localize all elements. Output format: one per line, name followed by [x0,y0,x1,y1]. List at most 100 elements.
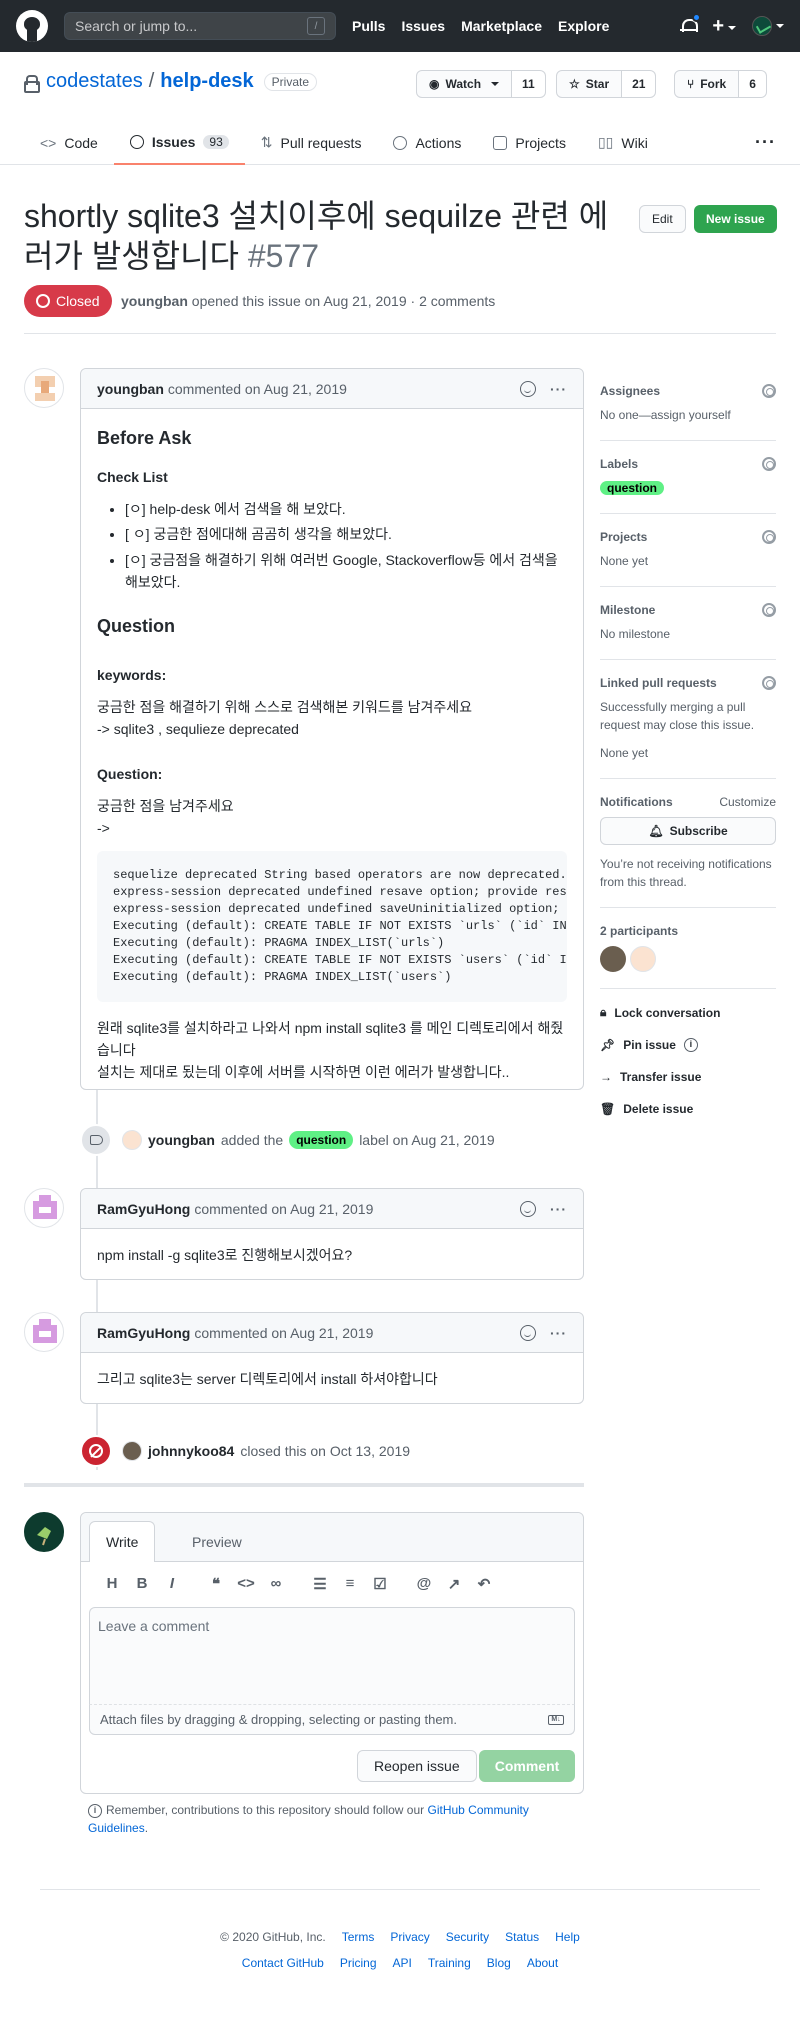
avatar[interactable] [24,368,64,408]
new-issue-button[interactable]: New issue [694,205,777,233]
gear-icon[interactable] [762,676,776,690]
footer-link-api[interactable]: API [393,1956,412,1970]
tab-actions[interactable]: Actions [377,120,477,165]
reaction-smiley-icon[interactable] [520,1200,536,1217]
kebab-menu-icon[interactable]: ··· [550,1325,567,1341]
comment-timestamp[interactable]: commented on Aug 21, 2019 [168,381,347,397]
footer-link-privacy[interactable]: Privacy [390,1930,429,1944]
cross-reference-icon[interactable]: ↗ [439,1575,469,1593]
reaction-smiley-icon[interactable] [520,380,536,397]
transfer-issue-link[interactable]: → Transfer issue [600,1070,776,1084]
avatar[interactable] [122,1441,142,1461]
code-icon[interactable]: <> [231,1575,261,1593]
repo-name-link[interactable]: help-desk [160,70,253,93]
comment-author[interactable]: RamGyuHong [97,1201,190,1217]
repo-owner-link[interactable]: codestates [46,70,143,93]
nav-marketplace[interactable]: Marketplace [461,18,542,34]
event-actor[interactable]: youngban [148,1132,215,1148]
watch-button[interactable]: ◉ Watch [416,70,513,98]
heading-before-ask: Before Ask [97,428,192,448]
comment-timestamp[interactable]: commented on Aug 21, 2019 [194,1201,373,1217]
footer-link-training[interactable]: Training [428,1956,471,1970]
attach-files-bar[interactable]: Attach files by dragging & dropping, sel… [89,1705,575,1735]
unordered-list-icon[interactable]: ☰ [305,1575,335,1593]
reply-icon[interactable]: ↶ [469,1575,499,1593]
notifications-bell-icon[interactable] [680,13,702,34]
label-question[interactable]: question [600,481,664,495]
tab-projects[interactable]: Projects [477,120,582,165]
tab-write[interactable]: Write [89,1521,156,1562]
tab-pull-requests[interactable]: ⇅ Pull requests [245,120,378,165]
ordered-list-icon[interactable]: ≡ [335,1575,365,1593]
gear-icon[interactable] [762,603,776,617]
reaction-smiley-icon[interactable] [520,1324,536,1341]
comment-textarea[interactable]: Leave a comment [89,1607,575,1705]
nav-pulls[interactable]: Pulls [352,18,385,34]
quote-icon[interactable]: ❝ [201,1575,231,1593]
avatar[interactable] [630,946,656,972]
nav-issues[interactable]: Issues [401,18,445,34]
gear-icon[interactable] [762,457,776,471]
footer-link-blog[interactable]: Blog [487,1956,511,1970]
link-icon[interactable]: ∞ [261,1575,291,1593]
kebab-menu-icon[interactable]: ··· [550,1201,567,1217]
label-question[interactable]: question [289,1131,354,1149]
code-block[interactable]: sequelize deprecated String based operat… [97,851,567,1003]
comment-submit-button[interactable]: Comment [479,1750,575,1782]
heading-icon[interactable]: H [97,1575,127,1593]
footer-link-security[interactable]: Security [446,1930,489,1944]
status-label: Closed [56,293,100,309]
user-avatar [752,16,772,36]
unread-dot [692,13,702,22]
create-new-button[interactable]: + [712,15,736,38]
avatar[interactable] [24,1312,64,1352]
gear-icon[interactable] [762,530,776,544]
star-count[interactable]: 21 [622,70,657,98]
github-logo-icon[interactable] [16,10,48,42]
subscribe-button[interactable]: 🔔︎ Subscribe [600,817,776,845]
edit-button[interactable]: Edit [639,205,686,233]
fork-count[interactable]: 6 [739,70,767,98]
italic-icon[interactable]: I [157,1575,187,1593]
tab-code[interactable]: <> Code [24,120,114,165]
footer-link-contact[interactable]: Contact GitHub [242,1956,324,1970]
lock-conversation-link[interactable]: 🔒︎ Lock conversation [600,1005,776,1020]
footer-link-about[interactable]: About [527,1956,558,1970]
avatar[interactable] [24,1188,64,1228]
comment-author[interactable]: youngban [97,381,164,397]
more-tabs-icon[interactable]: ··· [755,120,776,165]
identicon-ramgyuhong [33,1195,57,1219]
avatar[interactable] [24,1512,64,1552]
avatar[interactable] [122,1130,142,1150]
nav-explore[interactable]: Explore [558,18,609,34]
footer-link-help[interactable]: Help [555,1930,580,1944]
fork-button[interactable]: ⑂ Fork [674,70,740,98]
action-label: Lock conversation [614,1005,721,1020]
gear-icon[interactable] [762,384,776,398]
pin-issue-link[interactable]: 📌︎ Pin issue i [600,1038,776,1052]
search-input[interactable]: Search or jump to... / [64,12,336,40]
avatar[interactable] [600,946,626,972]
assign-yourself-link[interactable]: No one—assign yourself [600,406,776,424]
issue-author-link[interactable]: youngban [121,293,188,309]
footer-link-terms[interactable]: Terms [342,1930,375,1944]
tab-issues[interactable]: Issues 93 [113,120,245,165]
task-list-icon[interactable]: ☑ [365,1575,395,1593]
bold-icon[interactable]: B [127,1575,157,1593]
mention-icon[interactable]: @ [409,1575,439,1593]
delete-issue-link[interactable]: 🗑︎ Delete issue [600,1102,776,1116]
customize-link[interactable]: Customize [719,795,776,809]
user-menu-button[interactable] [752,16,784,36]
reopen-issue-button[interactable]: Reopen issue [357,1750,477,1782]
watch-count[interactable]: 11 [512,70,546,98]
tab-preview[interactable]: Preview [176,1521,258,1562]
editor-tabs: Write Preview [81,1513,583,1562]
event-actor[interactable]: johnnykoo84 [148,1443,234,1459]
comment-author[interactable]: RamGyuHong [97,1325,190,1341]
kebab-menu-icon[interactable]: ··· [550,381,567,397]
footer-link-pricing[interactable]: Pricing [340,1956,377,1970]
star-button[interactable]: ☆ Star [556,70,623,98]
tab-wiki[interactable]: ▯▯ Wiki [582,120,664,165]
comment-timestamp[interactable]: commented on Aug 21, 2019 [194,1325,373,1341]
footer-link-status[interactable]: Status [505,1930,539,1944]
